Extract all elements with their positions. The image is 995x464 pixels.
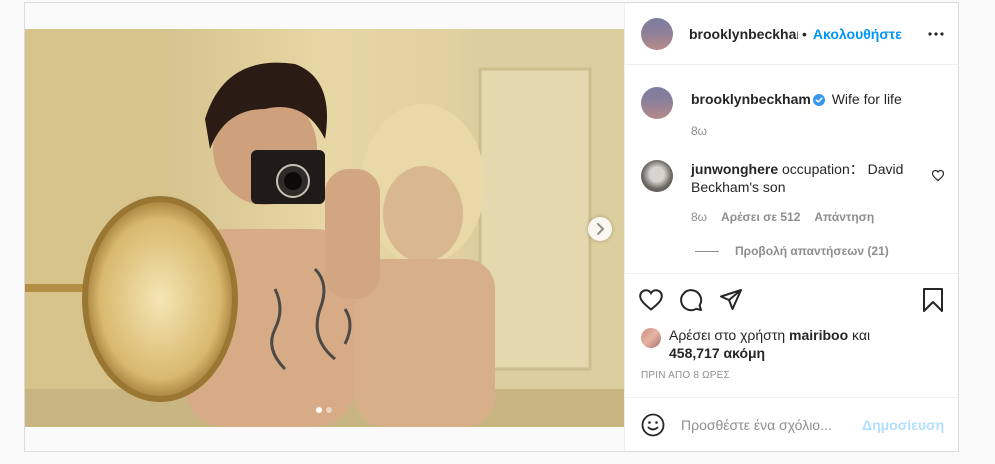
comments-section: brooklynbeckham Wife for life 8ω junwong… [625,65,958,273]
likes-count[interactable]: 458,717 ακόμη [669,345,765,361]
view-replies-button[interactable]: Προβολή απαντήσεων (21) [695,244,889,258]
heart-icon [639,289,663,311]
post-timestamp[interactable]: ΠΡΙΝ ΑΠΟ 8 ΩΡΕΣ [625,370,958,381]
post-actions-area: Αρέσει στο χρήστη mairiboo και 458,717 α… [625,273,958,381]
caption-age[interactable]: 8ω [691,122,707,140]
post-comment-button[interactable]: Δημοσίευση [862,417,944,433]
carousel-dot [326,407,332,413]
comment-input[interactable] [681,416,862,433]
photo-illustration [25,29,624,427]
likes-connector: και [848,327,871,343]
header-separator: • [802,25,807,42]
more-options-icon [928,31,944,36]
caption-row: brooklynbeckham Wife for life 8ω [641,87,944,140]
comment-row: junwonghere occupation： David Beckham's … [641,160,945,226]
verified-badge-icon [812,92,825,110]
header-username[interactable]: brooklynbeckham [689,26,798,42]
likes-summary: Αρέσει στο χρήστη mairiboo και 458,717 α… [625,326,958,362]
avatar[interactable] [641,87,673,119]
heart-icon [931,169,945,182]
comment-like-button[interactable] [931,168,945,186]
likes-prefix: Αρέσει στο χρήστη [669,327,790,343]
carousel-dot-active [316,407,322,413]
emoji-icon [641,413,665,436]
caption-text: Wife for life [831,91,902,107]
view-replies-label: Προβολή απαντήσεων (21) [735,244,889,258]
like-button[interactable] [639,289,663,311]
carousel-indicator [316,407,332,413]
comment-button[interactable] [679,288,703,312]
avatar[interactable] [641,17,673,50]
post-header: brooklynbeckham • Ακολουθήστε [625,3,958,65]
comment-likes-count[interactable]: Αρέσει σε 512 [721,208,800,226]
chevron-right-icon [597,223,604,235]
caption-body: brooklynbeckham Wife for life 8ω [691,87,944,140]
view-replies-line [695,250,719,252]
comment-age[interactable]: 8ω [691,208,707,226]
caption-meta: 8ω [691,122,944,140]
bookmark-icon [923,288,943,312]
emoji-button[interactable] [641,413,665,437]
action-bar [625,274,958,326]
comment-reply-button[interactable]: Απάντηση [814,208,874,226]
save-button[interactable] [922,288,944,312]
avatar[interactable] [641,328,661,348]
avatar[interactable] [641,160,673,192]
comment-body: junwonghere occupation： David Beckham's … [691,160,944,226]
share-icon [720,289,742,310]
share-button[interactable] [719,289,743,311]
more-options-button[interactable] [928,31,944,36]
post-side-panel: brooklynbeckham • Ακολουθήστε brooklynbe… [624,3,958,451]
carousel-next-button[interactable] [588,217,612,241]
post-photo[interactable] [25,29,624,427]
caption-username[interactable]: brooklynbeckham [691,91,811,107]
post-media [25,3,624,451]
add-comment-bar: Δημοσίευση [625,397,958,451]
post-card: brooklynbeckham • Ακολουθήστε brooklynbe… [24,2,959,452]
comment-username[interactable]: junwonghere [691,161,778,177]
comment-icon [680,289,703,312]
likes-text: Αρέσει στο χρήστη mairiboo και 458,717 α… [669,326,870,362]
likes-user[interactable]: mairiboo [789,327,848,343]
comment-meta: 8ω Αρέσει σε 512 Απάντηση [691,208,944,226]
follow-button[interactable]: Ακολουθήστε [813,26,902,42]
